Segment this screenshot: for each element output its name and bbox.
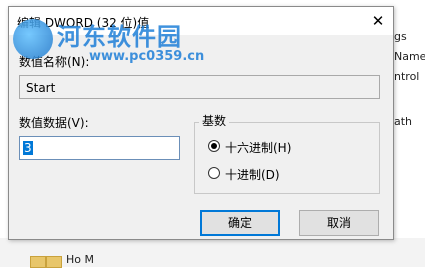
ok-button[interactable]: 确定 — [200, 210, 280, 236]
folder-icon — [30, 256, 46, 268]
close-icon[interactable]: ✕ — [363, 7, 393, 35]
background-tree: Ho M — [0, 238, 425, 268]
value-data-text: 3 — [23, 141, 33, 155]
value-name-label: 数值名称(N): — [19, 55, 90, 69]
base-group-title: 基数 — [199, 112, 230, 129]
edit-dword-dialog: 编辑 DWORD (32 位)值 ✕ 数值名称(N): Start 数值数据(V… — [8, 6, 394, 240]
background-text: ntrol — [394, 70, 420, 83]
radio-decimal[interactable] — [208, 167, 220, 179]
radio-hex-label[interactable]: 十六进制(H) — [225, 139, 291, 156]
radio-hex[interactable] — [208, 140, 220, 152]
background-text: Ho M — [66, 253, 94, 266]
background-panel: gs Name ntrol ath — [392, 0, 425, 267]
radio-decimal-label[interactable]: 十进制(D) — [225, 166, 280, 183]
folder-icon — [46, 256, 62, 268]
background-text: ath — [394, 115, 413, 128]
value-name-field[interactable]: Start — [19, 75, 380, 99]
value-data-label: 数值数据(V): — [19, 116, 89, 130]
dialog-title: 编辑 DWORD (32 位)值 — [17, 16, 150, 30]
cancel-button[interactable]: 取消 — [299, 210, 379, 236]
watermark-url: www.pc0359.cn — [89, 49, 205, 64]
value-data-input[interactable]: 3 — [19, 136, 180, 160]
base-group — [194, 122, 380, 194]
background-text: Name — [394, 50, 425, 63]
background-text: gs — [394, 30, 407, 43]
title-bar: 编辑 DWORD (32 位)值 ✕ — [9, 7, 393, 35]
